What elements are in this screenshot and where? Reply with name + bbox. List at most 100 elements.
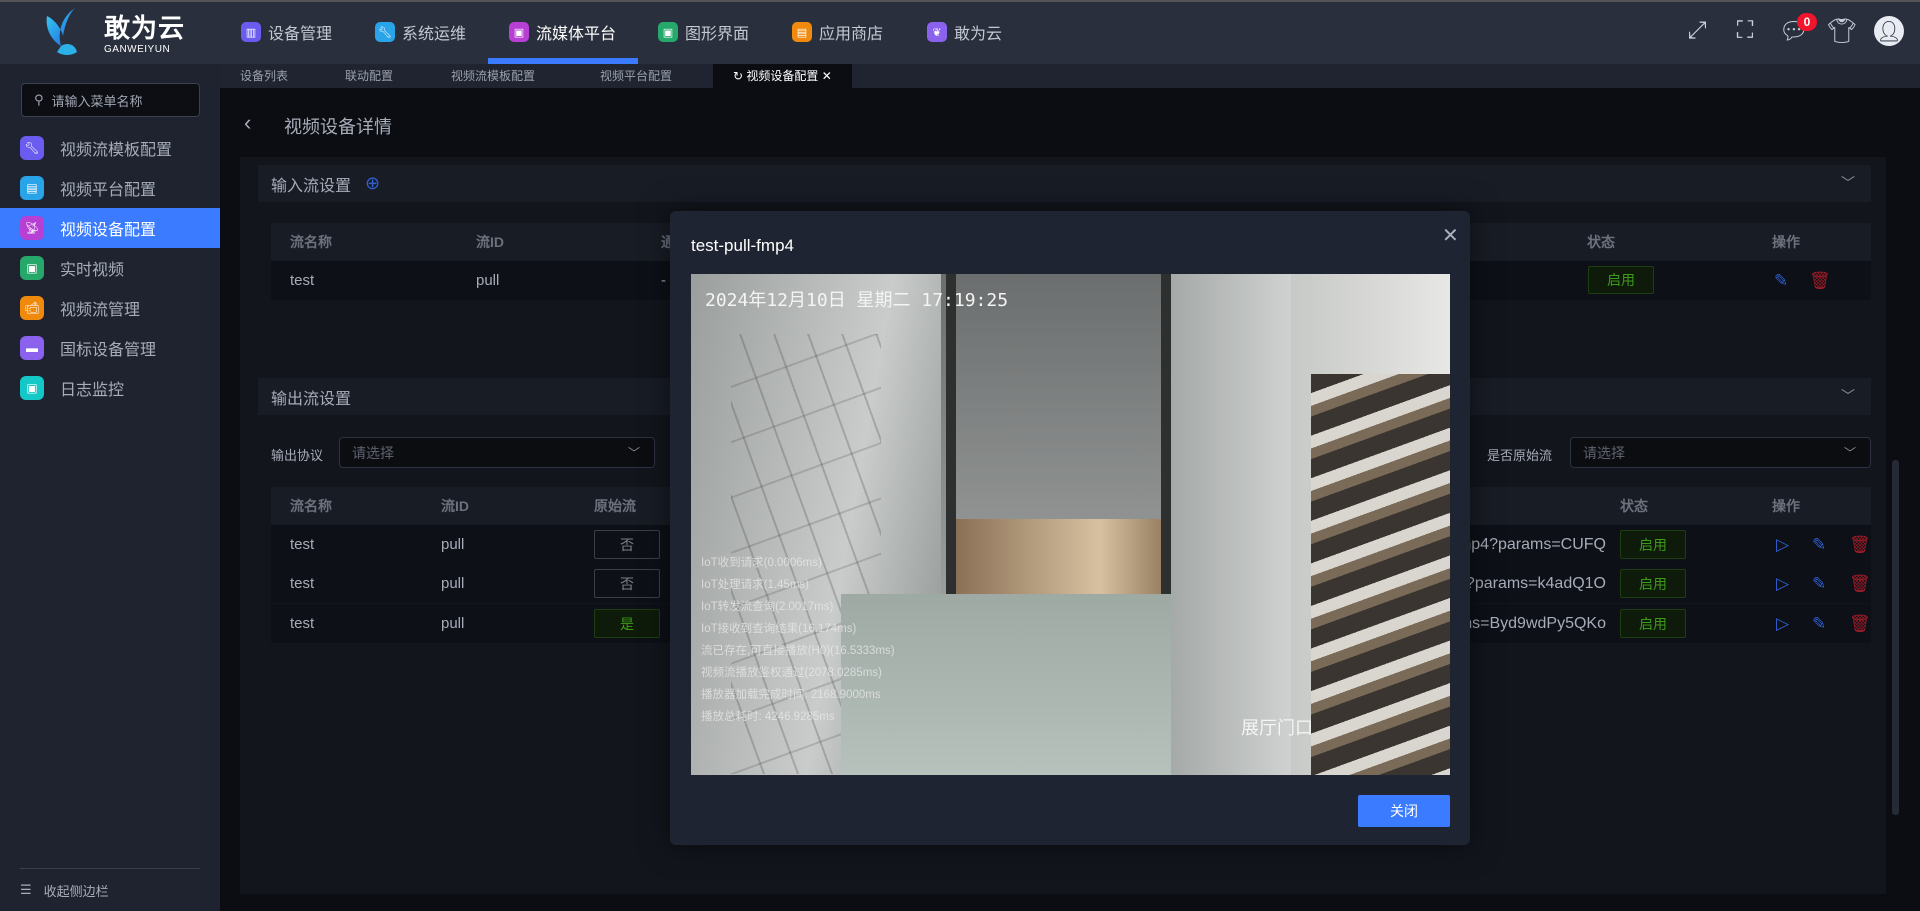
avatar[interactable]: 👤︎ [1874,16,1904,46]
sidebar-item-log-monitor[interactable]: ▣ 日志监控 [0,368,220,408]
scrollbar[interactable] [1892,460,1899,815]
delete-icon[interactable]: 🗑︎ [1849,604,1871,643]
cell-id: pull [441,536,465,553]
tab-video-device-config[interactable]: ↻ 视频设备配置 ✕ [713,64,852,88]
cell-name: test [290,272,315,289]
logo-butterfly-icon [46,8,77,55]
tab-stream-template-config[interactable]: 视频流模板配置 [451,64,535,88]
search-icon: ⚲ [34,92,44,107]
nav-device-management[interactable]: ▥ 设备管理 [241,0,332,64]
status-badge: 启用 [1620,609,1686,638]
original-stream-tag: 否 [594,569,660,598]
col-header: 流名称 [290,234,332,250]
nav-label: 敢为云 [954,26,1003,43]
sidebar-item-stream-management[interactable]: 📹︎ 视频流管理 [0,288,220,328]
edit-icon[interactable]: ✎ [1812,525,1826,564]
nav-ganweiyun[interactable]: ❦ 敢为云 [927,0,1002,64]
refresh-icon[interactable]: ↻ [733,69,743,83]
fullscreen-icon[interactable]: ⤢ [1682,16,1712,46]
monitor-icon: ▣ [20,376,44,400]
video-timestamp: 2024年12月10日 星期二 17:19:25 [705,290,1009,311]
modal-title: test-pull-fmp4 [691,236,794,255]
logo-text: 敢为云 [104,13,186,43]
chevron-down-icon[interactable]: ﹀ [1841,386,1855,406]
delete-icon[interactable]: 🗑︎ [1809,261,1831,300]
edit-icon[interactable]: ✎ [1812,604,1826,643]
close-button[interactable]: 关闭 [1358,795,1450,827]
screen-icon: ▣ [658,22,678,42]
video-log-overlay: IoT收到请求(0.0006ms) IoT处理请求(1.45ms) IoT转发流查询… [691,552,991,752]
sidebar-item-gb-device[interactable]: ▬ 国标设备管理 [0,328,220,368]
edit-icon[interactable]: ✎ [1812,564,1826,603]
tab-platform-config[interactable]: 视频平台配置 [600,64,672,88]
select-placeholder: 请选择 [1583,444,1625,461]
delete-icon[interactable]: 🗑︎ [1849,525,1871,564]
close-tab-icon[interactable]: ✕ [822,69,832,83]
video-log-line: IoT接收到查询结果(16.174ms) [701,623,857,635]
cell-name: test [290,615,315,632]
sidebar-item-live-video[interactable]: ▣ 实时视频 [0,248,220,288]
back-arrow-icon[interactable]: ‹ [244,110,251,136]
input-stream-section-header[interactable]: 输入流设置 ⊕ ﹀ [258,165,1871,202]
video-plaques [1311,374,1450,775]
cell-name: test [290,536,315,553]
delete-icon[interactable]: 🗑︎ [1849,564,1871,603]
play-icon[interactable]: ▷ [1776,564,1789,603]
cell-url: v?params=k4adQ1O [1457,574,1606,592]
video-log-line: 视频流播放鉴权通过(2078.0285ms) [701,667,882,679]
original-stream-tag: 是 [594,609,660,638]
logo-subtitle: GANWEIYUN [104,44,171,55]
chevron-down-icon[interactable]: ﹀ [1841,173,1855,193]
sidebar-item-stream-template[interactable]: 🔧︎ 视频流模板配置 [0,128,220,168]
sidebar-item-label: 日志监控 [60,382,125,399]
collapse-sidebar-button[interactable]: ☰ 收起侧边栏 [20,868,200,911]
original-stream-label: 是否原始流 [1487,448,1553,463]
butterfly-icon: ❦ [927,22,947,42]
nav-label: 流媒体平台 [536,26,617,43]
cell-id: pull [441,615,465,632]
tab-linkage-config[interactable]: 联动配置 [345,64,393,88]
sidebar-item-device-config[interactable]: 📡︎ 视频设备配置 [0,208,220,248]
nav-graphic-ui[interactable]: ▣ 图形界面 [658,0,749,64]
protocol-select[interactable]: 请选择 ﹀ [339,437,655,468]
col-header: 原始流 [594,498,636,514]
video-log-line: IoT收到请求(0.0006ms) [701,557,822,569]
select-placeholder: 请选择 [352,444,394,461]
close-icon[interactable]: ✕ [1442,223,1459,248]
nav-label: 设备管理 [268,26,333,43]
video-camera-name: 展厅门口 [1241,718,1313,739]
col-header: 操作 [1772,234,1800,250]
tab-device-list[interactable]: 设备列表 [240,64,288,88]
store-icon: ▤ [792,22,812,42]
video-log-line: 播放总耗时: 4246.9285ms [701,711,835,723]
play-icon[interactable]: ▷ [1776,604,1789,643]
add-circle-icon[interactable]: ⊕ [365,173,380,194]
nav-system-ops[interactable]: 🔧︎ 系统运维 [375,0,466,64]
nav-media-platform[interactable]: ▣ 流媒体平台 [509,0,616,64]
status-badge: 启用 [1588,266,1654,294]
device-icon: ▬ [20,336,44,360]
page-title: 视频设备详情 [284,117,392,137]
sidebar-item-label: 国标设备管理 [60,342,157,359]
nav-app-store[interactable]: ▤ 应用商店 [792,0,883,64]
tab-label: 视频设备配置 [746,69,819,83]
play-icon[interactable]: ▷ [1776,525,1789,564]
edit-icon[interactable]: ✎ [1774,261,1788,300]
video-right-wall [1171,274,1301,775]
sidebar-item-label: 实时视频 [60,262,125,279]
original-stream-select[interactable]: 请选择 ﹀ [1570,437,1871,468]
monitor-icon: ▣ [509,22,529,42]
screen-frame-icon[interactable]: ⛶ [1730,16,1760,46]
sidebar-item-label: 视频设备配置 [60,222,157,239]
video-log-line: IoT处理请求(1.45ms) [701,579,809,591]
original-stream-tag: 否 [594,530,660,559]
menu-search-input[interactable]: ⚲ 请输入菜单名称 [21,83,200,117]
wrench-icon: 🔧︎ [375,22,395,42]
theme-shirt-icon[interactable]: 👕︎ [1827,16,1857,46]
video-player[interactable]: 2024年12月10日 星期二 17:19:25 展厅门口 IoT收到请求(0.… [691,274,1450,775]
chevron-down-icon: ﹀ [1843,446,1856,460]
server-icon: ▤ [20,176,44,200]
col-header: 流名称 [290,498,332,514]
sidebar-item-platform-config[interactable]: ▤ 视频平台配置 [0,168,220,208]
video-log-line: 播放器加载完成时间: 2168.9000ms [701,689,881,701]
